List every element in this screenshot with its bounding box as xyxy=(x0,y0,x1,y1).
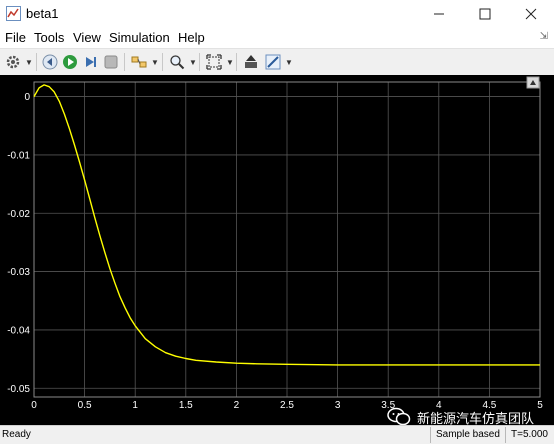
watermark: 新能源汽车仿真团队 xyxy=(387,407,534,427)
cursor-measurements-button[interactable] xyxy=(263,52,283,72)
status-ready: Ready xyxy=(2,429,31,440)
scope-plot: 0 0.5 1 1.5 2 2.5 3 3.5 4 4.5 50-0.01-0.02-0.03-0.… xyxy=(7,76,543,411)
settings-gear-icon xyxy=(6,55,20,69)
expand-axes-button[interactable] xyxy=(526,76,540,89)
menu-help[interactable]: Help xyxy=(178,30,205,45)
triggers-button[interactable] xyxy=(241,52,261,72)
status-time: T=5.000 xyxy=(511,429,548,440)
zoom-button[interactable] xyxy=(167,52,187,72)
autoscale-icon xyxy=(206,54,222,70)
grid xyxy=(33,82,541,397)
y-tick-label: 0 xyxy=(24,92,30,103)
menu-simulation[interactable]: Simulation xyxy=(109,30,170,45)
pin-icon[interactable]: ⇲ xyxy=(540,31,548,42)
window-title: beta1 xyxy=(26,6,59,21)
x-tick-label: 3 xyxy=(335,400,341,411)
status-divider xyxy=(430,427,431,443)
close-icon xyxy=(525,8,537,20)
toolbar-divider xyxy=(36,53,37,71)
maximize-icon xyxy=(479,8,491,20)
settings-button[interactable] xyxy=(3,52,23,72)
scope-display[interactable]: 0 0.5 1 1.5 2 2.5 3 3.5 4 4.5 5 0 -0.01 -0.02 -0.03 -0.… xyxy=(0,75,554,425)
axes: 0 0.5 1 1.5 2 2.5 3 3.5 4 4.5 50-0.01-0.02-0.03-0.… xyxy=(7,81,543,411)
highlight-block-icon xyxy=(131,56,147,68)
run-button[interactable] xyxy=(60,52,80,72)
x-tick-label: 2.5 xyxy=(280,400,294,411)
x-tick-label: 1.5 xyxy=(179,400,193,411)
highlight-dropdown-icon[interactable]: ▼ xyxy=(151,58,159,67)
close-button[interactable] xyxy=(508,0,554,28)
step-forward-icon xyxy=(86,57,96,67)
y-tick-label: -0.04 xyxy=(7,325,30,336)
menu-tools[interactable]: Tools xyxy=(34,30,64,45)
x-tick-label: 0 xyxy=(31,400,37,411)
highlight-block-button[interactable] xyxy=(129,52,149,72)
simulink-scope-icon xyxy=(6,6,21,21)
y-tick-label: -0.02 xyxy=(7,209,30,220)
x-tick-label: 1 xyxy=(132,400,138,411)
toolbar-divider xyxy=(199,53,200,71)
autoscale-button[interactable] xyxy=(204,52,224,72)
minimize-icon xyxy=(434,13,444,15)
minimize-button[interactable] xyxy=(416,0,462,28)
step-back-button[interactable] xyxy=(40,52,60,72)
toolbar-divider xyxy=(124,53,125,71)
run-icon xyxy=(63,55,77,69)
stop-button[interactable] xyxy=(101,52,121,72)
settings-dropdown-icon[interactable]: ▼ xyxy=(25,58,33,67)
y-tick-label: -0.01 xyxy=(7,150,30,161)
cursor-measurements-icon xyxy=(265,54,281,70)
y-tick-label: -0.03 xyxy=(7,267,30,278)
x-tick-label: 5 xyxy=(537,400,543,411)
stop-icon xyxy=(104,55,118,69)
watermark-text: 新能源汽车仿真团队 xyxy=(417,410,535,426)
status-sample-mode: Sample based xyxy=(436,429,500,440)
status-bar: Ready Sample based T=5.000 xyxy=(0,425,554,444)
step-back-icon xyxy=(42,54,58,70)
y-tick-label: -0.05 xyxy=(7,384,30,395)
triggers-icon xyxy=(245,55,257,68)
wechat-icon xyxy=(387,407,411,426)
menu-file[interactable]: File xyxy=(5,30,26,45)
toolbar-divider xyxy=(236,53,237,71)
step-forward-button[interactable] xyxy=(80,52,100,72)
autoscale-dropdown-icon[interactable]: ▼ xyxy=(226,58,234,67)
status-divider xyxy=(505,427,506,443)
x-tick-label: 0.5 xyxy=(78,400,92,411)
menu-bar: File Tools View Simulation Help ⇲ xyxy=(0,28,554,48)
menu-view[interactable]: View xyxy=(73,30,101,45)
toolbar-divider xyxy=(162,53,163,71)
zoom-icon xyxy=(170,55,185,70)
title-bar: beta1 xyxy=(0,0,554,28)
toolbar: ▼ ▼ ▼ ▼ ▼ xyxy=(0,48,554,75)
zoom-dropdown-icon[interactable]: ▼ xyxy=(189,58,197,67)
measurements-dropdown-icon[interactable]: ▼ xyxy=(285,58,293,67)
x-tick-label: 2 xyxy=(234,400,240,411)
maximize-button[interactable] xyxy=(462,0,508,28)
